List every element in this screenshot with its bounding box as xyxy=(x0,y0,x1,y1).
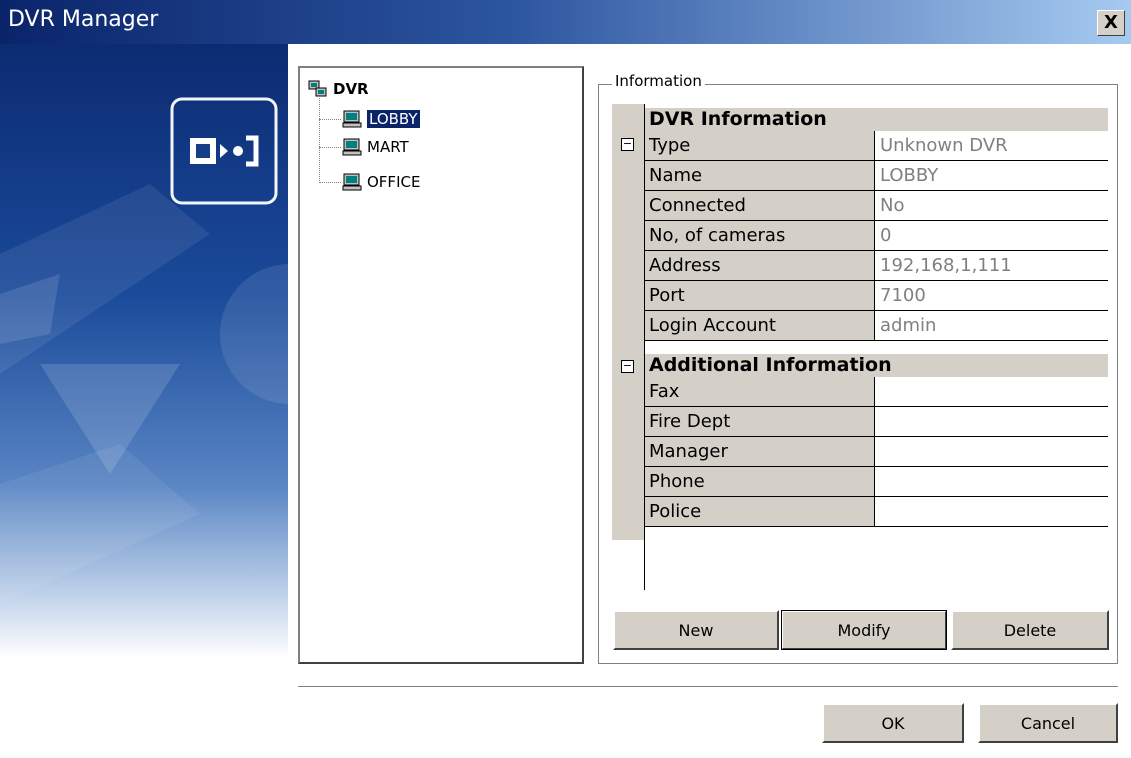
footer-separator xyxy=(298,686,1118,688)
property-name: Address xyxy=(645,251,875,280)
property-row[interactable]: Name LOBBY xyxy=(645,161,1108,191)
property-name: No, of cameras xyxy=(645,221,875,250)
property-value: admin xyxy=(880,315,937,336)
tree-root-label: DVR xyxy=(333,80,369,98)
property-value: LOBBY xyxy=(880,165,939,186)
category-dvr-information: DVR Information xyxy=(645,108,1108,131)
property-value: 7100 xyxy=(880,285,926,306)
property-row[interactable]: Login Account admin xyxy=(645,311,1108,341)
tree-item-label: OFFICE xyxy=(367,173,421,191)
property-value: No xyxy=(880,195,905,216)
dvr-tree[interactable]: DVR LOBBY MART OFFICE xyxy=(298,66,584,664)
property-row[interactable]: Police xyxy=(645,497,1108,527)
property-name: Manager xyxy=(645,437,875,466)
property-row[interactable]: Port 7100 xyxy=(645,281,1108,311)
property-name: Fax xyxy=(645,377,875,406)
tree-connector xyxy=(319,147,341,148)
property-row[interactable]: Connected No xyxy=(645,191,1108,221)
side-banner xyxy=(0,44,288,758)
property-row[interactable]: Manager xyxy=(645,437,1108,467)
dvr-manager-dialog: DVR Manager X DVR LOBBY MART OFFICE Info… xyxy=(0,0,1131,758)
property-row[interactable]: Type Unknown DVR xyxy=(645,131,1108,161)
computer-icon xyxy=(342,173,362,191)
property-row[interactable]: Fax xyxy=(645,377,1108,407)
property-name: Police xyxy=(645,497,875,526)
property-value xyxy=(876,437,1108,466)
tree-item-lobby[interactable]: LOBBY xyxy=(342,108,421,130)
modify-button[interactable]: Modify xyxy=(781,610,947,650)
collapse-additional-info-icon[interactable]: − xyxy=(621,360,634,373)
property-name: Port xyxy=(645,281,875,310)
property-value: 0 xyxy=(880,225,892,246)
title-bar[interactable]: DVR Manager X xyxy=(0,0,1131,44)
close-button[interactable]: X xyxy=(1097,10,1125,36)
property-name: Connected xyxy=(645,191,875,220)
dvr-logo-icon xyxy=(190,135,259,167)
tree-item-office[interactable]: OFFICE xyxy=(342,171,420,193)
property-row[interactable]: Fire Dept xyxy=(645,407,1108,437)
property-grid[interactable]: − DVR Information Type Unknown DVR Name LO… xyxy=(612,104,1108,590)
tree-item-label: LOBBY xyxy=(366,109,421,129)
property-value xyxy=(876,407,1108,436)
property-value: 192,168,1,111 xyxy=(880,255,1012,276)
property-name: Type xyxy=(645,131,875,160)
information-group-label: Information xyxy=(612,72,705,90)
delete-button[interactable]: Delete xyxy=(951,610,1109,650)
grid-gutter xyxy=(612,104,644,540)
tree-connector xyxy=(319,98,320,183)
property-value: Unknown DVR xyxy=(880,135,1008,156)
property-row[interactable]: No, of cameras 0 xyxy=(645,221,1108,251)
window-title: DVR Manager xyxy=(8,7,159,32)
computer-icon xyxy=(342,110,362,128)
category-additional-information: Additional Information xyxy=(645,354,1108,377)
property-row[interactable]: Address 192,168,1,111 xyxy=(645,251,1108,281)
tree-item-label: MART xyxy=(367,138,409,156)
tree-root-dvr[interactable]: DVR xyxy=(308,78,369,100)
ok-button[interactable]: OK xyxy=(822,703,964,743)
collapse-dvr-info-icon[interactable]: − xyxy=(621,138,634,151)
close-icon: X xyxy=(1104,12,1118,33)
new-button[interactable]: New xyxy=(613,610,779,650)
property-name: Phone xyxy=(645,467,875,496)
tree-connector xyxy=(319,182,341,183)
property-value xyxy=(876,377,1108,406)
property-name: Name xyxy=(645,161,875,190)
cancel-button[interactable]: Cancel xyxy=(978,703,1118,743)
network-icon xyxy=(308,80,327,97)
property-value xyxy=(876,467,1108,496)
computer-icon xyxy=(342,138,362,156)
property-value xyxy=(876,497,1108,526)
property-name: Login Account xyxy=(645,311,875,340)
property-row[interactable]: Phone xyxy=(645,467,1108,497)
property-name: Fire Dept xyxy=(645,407,875,436)
tree-connector xyxy=(319,119,341,120)
tree-item-mart[interactable]: MART xyxy=(342,136,409,158)
